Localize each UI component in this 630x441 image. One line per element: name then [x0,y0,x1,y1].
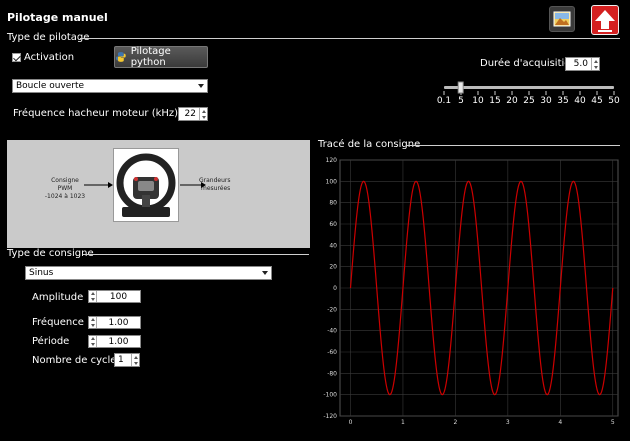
y-tick-label: 100 [326,178,338,185]
amplitude-value: 100 [109,291,128,302]
x-tick-label: 4 [558,419,562,426]
x-tick-label: 3 [506,419,510,426]
input-label-1: Consigne [51,177,79,184]
x-tick-label: 0 [349,419,353,426]
freq-hacheur-label: Fréquence hacheur moteur (kHz) [13,108,179,119]
y-tick-label: 20 [329,264,337,271]
y-tick-label: 80 [329,200,337,207]
freq-hacheur-spinbox[interactable]: 22 [178,107,208,121]
spin-arrows-icon[interactable] [199,108,207,120]
slider-track [444,86,614,89]
upload-arrow-icon [595,10,615,32]
slider-tick-labels: 0.1 5 10 15 20 25 30 35 40 45 50 [436,96,626,108]
spin-arrows-icon[interactable] [89,317,97,328]
pilotage-python-button[interactable]: Pilotage python [114,46,208,68]
slider-ticks [443,91,615,95]
y-tick-label: 120 [326,157,338,164]
y-tick-labels: 120 100 80 60 40 20 0 -20 -40 -60 -80 -100 -120 [323,157,337,420]
periode-label: Période [32,336,70,347]
consigne-chart: 120 100 80 60 40 20 0 -20 -40 -60 -80 -100 -120 0 1 2 3… [323,157,619,426]
cycles-value: 1 [118,355,124,365]
section-divider [80,38,620,39]
image-icon [553,11,571,27]
chevron-down-icon [198,84,204,88]
input-label-2: PWM [57,185,73,192]
mode-select[interactable]: Boucle ouverte [12,79,208,93]
y-tick-label: 40 [329,242,337,249]
chevron-down-icon [262,271,268,275]
y-tick-label: -120 [323,413,337,420]
image-button[interactable] [549,6,575,32]
frequence-label: Fréquence [32,317,84,328]
amplitude-spinbox[interactable]: 100 [88,290,141,303]
section-type-pilotage: Type de pilotage [7,32,90,43]
acquisition-spinbox[interactable]: 5.0 [565,57,600,71]
steering-wheel-box [113,148,179,222]
x-tick-labels: 0 1 2 3 4 5 [349,419,615,426]
x-tick-label: 5 [611,419,615,426]
checkbox-box[interactable] [12,53,21,62]
upload-button[interactable] [591,5,619,35]
activation-label: Activation [24,52,75,63]
periode-value: 1.00 [108,336,129,347]
frequence-value: 1.00 [108,317,129,328]
section-divider [83,254,309,255]
x-tick-label: 2 [453,419,457,426]
consigne-type-value: Sinus [29,268,54,278]
spin-arrows-icon[interactable] [89,336,97,347]
periode-spinbox[interactable]: 1.00 [88,335,141,348]
acquisition-value: 5.0 [573,59,588,69]
spin-arrows-icon[interactable] [131,354,139,366]
y-tick-label: -20 [327,306,337,313]
freq-hacheur-value: 22 [184,109,196,119]
frequence-spinbox[interactable]: 1.00 [88,316,141,329]
y-tick-label: -40 [327,328,337,335]
steering-wheel-icon [116,153,176,217]
spin-arrows-icon[interactable] [591,58,599,70]
slider-handle[interactable] [457,81,464,94]
diagram-panel: Consigne PWM -1024 à 1023 Grandeurs mesu… [7,140,310,248]
spin-arrows-icon[interactable] [89,291,97,302]
activation-checkbox[interactable]: Activation [12,52,74,63]
input-arrow [84,182,113,188]
mode-select-value: Boucle ouverte [16,81,85,91]
slider-tick-label: 50 [608,96,620,106]
consigne-type-select[interactable]: Sinus [25,266,272,280]
output-label-2: mesurées [201,185,231,192]
chart-title: Tracé de la consigne [318,139,421,150]
y-tick-label: 0 [333,285,337,292]
pilotage-python-label: Pilotage python [130,46,171,68]
cycles-spinbox[interactable]: 1 [114,353,140,367]
amplitude-label: Amplitude [32,292,84,303]
acquisition-label: Durée d'acquisition [480,58,577,69]
y-tick-label: -80 [327,370,337,377]
window-title: Pilotage manuel [7,11,108,24]
python-icon [115,52,126,62]
x-tick-label: 1 [401,419,405,426]
output-label-1: Grandeurs [199,177,231,184]
input-label-3: -1024 à 1023 [44,193,86,200]
cycles-label: Nombre de cycles [32,355,122,366]
y-tick-label: -100 [323,392,337,399]
y-tick-label: -60 [327,349,337,356]
section-divider [406,145,620,146]
chart-grid [339,159,619,417]
section-type-consigne: Type de consigne [7,248,94,259]
y-tick-label: 60 [329,221,337,228]
